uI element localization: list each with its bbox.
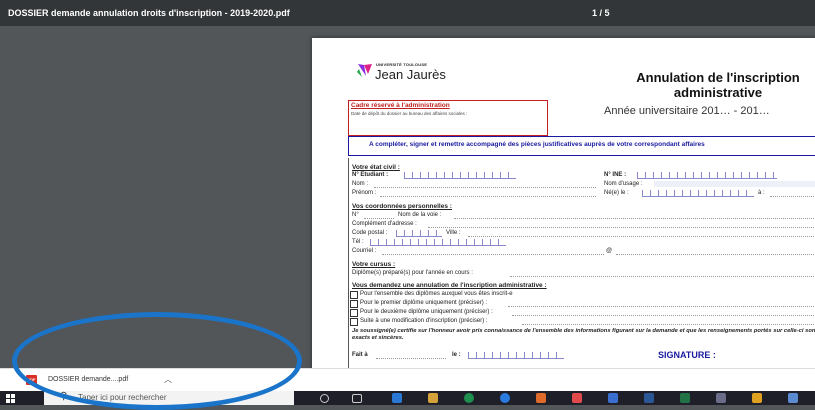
nom-field[interactable] bbox=[374, 181, 596, 188]
option-checkbox-3[interactable] bbox=[350, 309, 358, 317]
option-field-2[interactable] bbox=[508, 300, 815, 307]
ne-le-label: Né(e) le : bbox=[604, 190, 629, 196]
ine-field[interactable] bbox=[637, 172, 777, 179]
store-icon[interactable] bbox=[536, 393, 546, 403]
date-field[interactable] bbox=[468, 352, 564, 359]
file-explorer-icon[interactable] bbox=[428, 393, 438, 403]
reserved-title: Cadre réservé à l'administration bbox=[351, 102, 450, 109]
section-cursus: Votre cursus : bbox=[352, 261, 396, 268]
mail-icon[interactable] bbox=[608, 393, 618, 403]
app-icon[interactable] bbox=[572, 393, 582, 403]
street-name-field[interactable] bbox=[454, 212, 815, 219]
complement-label: Complément d'adresse : bbox=[352, 221, 417, 227]
street-number-label: N° bbox=[352, 212, 359, 218]
nom-label: Nom : bbox=[352, 181, 369, 187]
instructions-text: A compléter, signer et remettre accompag… bbox=[369, 141, 705, 148]
diplome-label: Diplôme(s) préparé(s) pour l'année en co… bbox=[352, 270, 473, 276]
email-at-sign: @ bbox=[606, 248, 613, 254]
pdf-page[interactable]: UNIVERSITÉ TOULOUSE Jean Jaurès Annulati… bbox=[312, 38, 815, 373]
postal-code-field[interactable] bbox=[396, 230, 442, 237]
street-number-field[interactable] bbox=[364, 212, 394, 219]
option-label-2: Pour le premier diplôme uniquement (préc… bbox=[360, 300, 488, 306]
fait-a-label: Fait à bbox=[352, 352, 368, 358]
option-checkbox-4[interactable] bbox=[350, 318, 358, 326]
student-number-label: N° Etudiant : bbox=[352, 172, 389, 178]
annotation-circle bbox=[12, 312, 302, 410]
prenom-field[interactable] bbox=[380, 190, 596, 197]
email-domain-field[interactable] bbox=[616, 248, 815, 255]
section-etat-civil: Votre état civil : bbox=[352, 164, 400, 171]
reserved-text: Date de dépôt du dossier au bureau des a… bbox=[351, 111, 468, 116]
page-indicator[interactable]: 1 / 5 bbox=[592, 8, 610, 18]
option-field-4[interactable] bbox=[522, 318, 815, 325]
task-view-icon[interactable] bbox=[352, 394, 362, 403]
fait-a-field[interactable] bbox=[376, 352, 446, 359]
ine-label: N° INE : bbox=[604, 172, 627, 178]
complement-field[interactable] bbox=[428, 221, 815, 228]
city-label: Ville : bbox=[446, 230, 461, 236]
instructions-box: A compléter, signer et remettre accompag… bbox=[348, 136, 815, 156]
birth-date-field[interactable] bbox=[642, 190, 754, 197]
app-icon[interactable] bbox=[788, 393, 798, 403]
logo-main-text: Jean Jaurès bbox=[375, 67, 446, 82]
app-icon[interactable] bbox=[680, 393, 690, 403]
academic-year: Année universitaire 201… - 201… bbox=[604, 105, 770, 117]
postal-code-label: Code postal : bbox=[352, 230, 388, 236]
option-checkbox-1[interactable] bbox=[350, 291, 358, 299]
reserved-admin-box: Cadre réservé à l'administration Date de… bbox=[348, 100, 548, 136]
university-logo: UNIVERSITÉ TOULOUSE Jean Jaurès bbox=[356, 60, 446, 84]
app-icon[interactable] bbox=[644, 393, 654, 403]
option-checkbox-2[interactable] bbox=[350, 300, 358, 308]
section-coordonnees: Vos coordonnées personnelles : bbox=[352, 203, 452, 210]
nom-usage-label: Nom d'usage : bbox=[604, 181, 643, 187]
certification-text: Je soussigné(e) certifie sur l'honneur a… bbox=[352, 328, 815, 341]
city-field[interactable] bbox=[468, 230, 815, 237]
pdf-viewer-toolbar: DOSSIER demande annulation droits d'insc… bbox=[0, 0, 815, 26]
section-demande: Vous demandez une annulation de l'inscri… bbox=[352, 282, 547, 289]
windows-start-icon[interactable] bbox=[6, 394, 15, 403]
signature-label: SIGNATURE : bbox=[658, 350, 716, 360]
date-label: le : bbox=[452, 352, 461, 358]
document-title: Annulation de l'inscription administrati… bbox=[636, 70, 800, 100]
cortana-icon[interactable] bbox=[320, 394, 329, 403]
birth-place-label: à : bbox=[758, 190, 765, 196]
email-label: Courriel : bbox=[352, 248, 377, 254]
option-label-4: Suite à une modification d'inscription (… bbox=[360, 318, 488, 324]
student-number-field[interactable] bbox=[404, 172, 516, 179]
file-title: DOSSIER demande annulation droits d'insc… bbox=[8, 8, 290, 18]
prenom-label: Prénom : bbox=[352, 190, 377, 196]
phone-label: Tél : bbox=[352, 239, 364, 245]
edge-icon[interactable] bbox=[392, 393, 402, 403]
email-user-field[interactable] bbox=[382, 248, 604, 255]
app-icon[interactable] bbox=[752, 393, 762, 403]
option-label-3: Pour le deuxième diplôme uniquement (pré… bbox=[360, 309, 493, 315]
option-field-3[interactable] bbox=[512, 309, 815, 316]
diplome-field[interactable] bbox=[510, 270, 815, 277]
logo-mark-icon bbox=[357, 64, 372, 77]
app-icon[interactable] bbox=[500, 393, 510, 403]
app-icon[interactable] bbox=[716, 393, 726, 403]
phone-field[interactable] bbox=[370, 239, 506, 246]
chrome-icon[interactable] bbox=[464, 393, 474, 403]
option-label-1: Pour l'ensemble des diplômes auxquel vou… bbox=[360, 291, 513, 297]
street-name-label: Nom de la voie : bbox=[398, 212, 442, 218]
nom-usage-field[interactable] bbox=[654, 181, 815, 187]
birth-place-field[interactable] bbox=[770, 190, 815, 197]
